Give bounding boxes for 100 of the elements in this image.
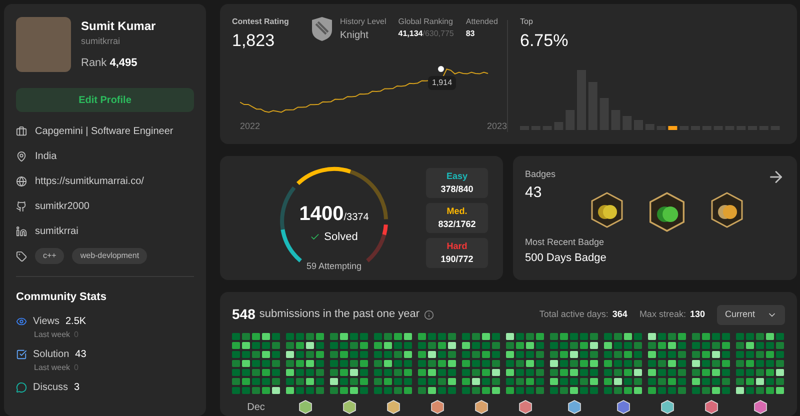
heatmap-cell	[232, 333, 240, 340]
heatmap-cell	[360, 333, 368, 340]
skill-tag[interactable]: c++	[35, 248, 64, 264]
heatmap-cell	[306, 333, 314, 340]
heatmap-cell	[560, 378, 568, 385]
heatmap-cell	[360, 342, 368, 349]
heatmap-cell	[668, 378, 676, 385]
heatmap-cell	[418, 333, 426, 340]
heatmap-cell	[242, 369, 250, 376]
user-name: Sumit Kumar	[81, 18, 156, 35]
heatmap-cell	[736, 360, 744, 367]
difficulty-value: 378/840	[440, 183, 474, 196]
badges-label: Badges	[525, 168, 556, 181]
heatmap-cell	[668, 360, 676, 367]
heatmap-cell	[374, 369, 382, 376]
heatmap-cell	[340, 378, 348, 385]
heatmap-cell	[526, 369, 534, 376]
heatmap-cell	[746, 387, 754, 394]
heatmap-cell	[570, 351, 578, 358]
heatmap-cell	[678, 378, 686, 385]
heatmap-cell	[516, 351, 524, 358]
heatmap-cell	[252, 360, 260, 367]
heatmap-cell	[462, 333, 470, 340]
chart-point	[438, 66, 444, 72]
heatmap-cell	[736, 387, 744, 394]
badge-icon	[710, 192, 744, 228]
month-badge-icon	[298, 400, 312, 414]
heatmap-cell	[692, 378, 700, 385]
ranking-value: 41,134	[398, 29, 423, 38]
heatmap-cell	[634, 333, 642, 340]
heatmap-cell	[678, 369, 686, 376]
heatmap-cell	[418, 360, 426, 367]
heatmap-cell	[330, 351, 338, 358]
edit-profile-button[interactable]: Edit Profile	[16, 88, 194, 112]
rank-label: Rank	[81, 56, 107, 68]
heatmap-cell	[668, 387, 676, 394]
heatmap-cell	[746, 351, 754, 358]
heatmap-cell	[350, 378, 358, 385]
difficulty-value: 832/1762	[438, 218, 476, 231]
heatmap-cell	[438, 342, 446, 349]
heatmap-cell	[492, 378, 500, 385]
heatmap-cell	[330, 387, 338, 394]
heatmap-cell	[330, 378, 338, 385]
heatmap-cell	[232, 369, 240, 376]
period-dropdown[interactable]: Current	[716, 304, 785, 324]
heatmap-cell	[668, 351, 676, 358]
heatmap-cell	[766, 333, 774, 340]
heatmap-cell	[296, 342, 304, 349]
heatmap-cell	[560, 351, 568, 358]
heatmap-cell	[374, 342, 382, 349]
heatmap-cell	[350, 342, 358, 349]
attended-value: 83	[466, 28, 476, 40]
heatmap-cell	[232, 387, 240, 394]
heatmap-cell	[580, 351, 588, 358]
heatmap-cell	[448, 387, 456, 394]
heatmap-cell	[536, 369, 544, 376]
heatmap-cell	[462, 360, 470, 367]
heatmap-cell	[242, 351, 250, 358]
arrow-right-icon[interactable]	[767, 168, 785, 186]
views-icon	[16, 316, 27, 326]
heatmap-cell	[634, 351, 642, 358]
max-streak-label: Max streak:	[639, 308, 686, 321]
heatmap-cell	[482, 342, 490, 349]
heatmap-cell	[712, 369, 720, 376]
info-icon[interactable]	[424, 310, 434, 320]
heatmap-cell	[580, 342, 588, 349]
heatmap-cell	[350, 351, 358, 358]
submission-text: submissions in the past one year	[259, 307, 420, 322]
heatmap-cell	[296, 369, 304, 376]
info-text: sumitkrrai	[35, 224, 78, 238]
heatmap-cell	[756, 387, 764, 394]
heatmap-cell	[252, 369, 260, 376]
heatmap-cell	[286, 351, 294, 358]
heatmap-cell	[590, 369, 598, 376]
heatmap-cell	[340, 351, 348, 358]
heatmap-cell	[394, 342, 402, 349]
stat-value: 2.5K	[66, 314, 86, 328]
heatmap-cell	[658, 387, 666, 394]
check-icon	[310, 232, 320, 242]
heatmap-cell	[232, 342, 240, 349]
heatmap-cell	[418, 351, 426, 358]
rating-label: Contest Rating	[232, 16, 290, 28]
heatmap-cell	[296, 378, 304, 385]
recent-badge-label: Most Recent Badge	[525, 236, 606, 249]
heatmap-cell	[766, 342, 774, 349]
heatmap-cell	[668, 342, 676, 349]
heatmap-cell	[506, 387, 514, 394]
heatmap-cell	[702, 342, 710, 349]
heatmap-cell	[658, 378, 666, 385]
stat-sub-label: Last week	[34, 362, 70, 374]
heatmap-cell	[678, 333, 686, 340]
heatmap-cell	[272, 360, 280, 367]
skill-tag[interactable]: web-devlopment	[72, 248, 148, 264]
heatmap-cell	[624, 342, 632, 349]
info-text[interactable]: https://sumitkumarrai.co/	[35, 174, 144, 188]
heatmap-cell	[648, 360, 656, 367]
stat-value: 43	[75, 348, 86, 362]
heatmap-cell	[580, 378, 588, 385]
heatmap-cell	[614, 378, 622, 385]
heatmap-cell	[296, 351, 304, 358]
